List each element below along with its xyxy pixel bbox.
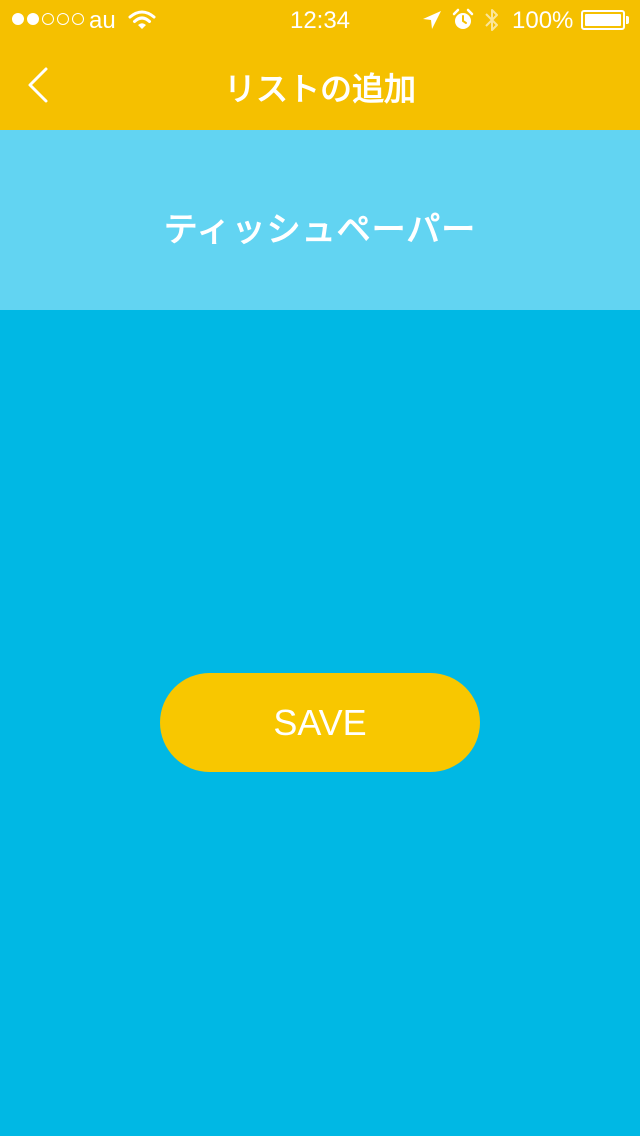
item-name-field[interactable]: ティッシュペーパー — [0, 130, 640, 310]
page-title: リストの追加 — [223, 70, 416, 108]
battery-percent: 100% — [512, 7, 574, 34]
battery-level — [585, 14, 621, 26]
status-bar: au 12:34 100% — [0, 0, 640, 40]
alarm-icon — [451, 8, 475, 39]
battery-tip — [626, 16, 629, 24]
screen: au 12:34 100% リストの追加 ティッシュペーパー SAVE — [0, 0, 640, 1136]
item-name-text: ティッシュペーパー — [163, 210, 477, 250]
location-arrow-icon — [421, 9, 443, 38]
save-button[interactable]: SAVE — [160, 673, 480, 772]
battery-icon — [581, 10, 625, 30]
nav-bar: リストの追加 — [0, 40, 640, 130]
header: au 12:34 100% リストの追加 — [0, 0, 640, 130]
bluetooth-icon — [483, 6, 501, 41]
